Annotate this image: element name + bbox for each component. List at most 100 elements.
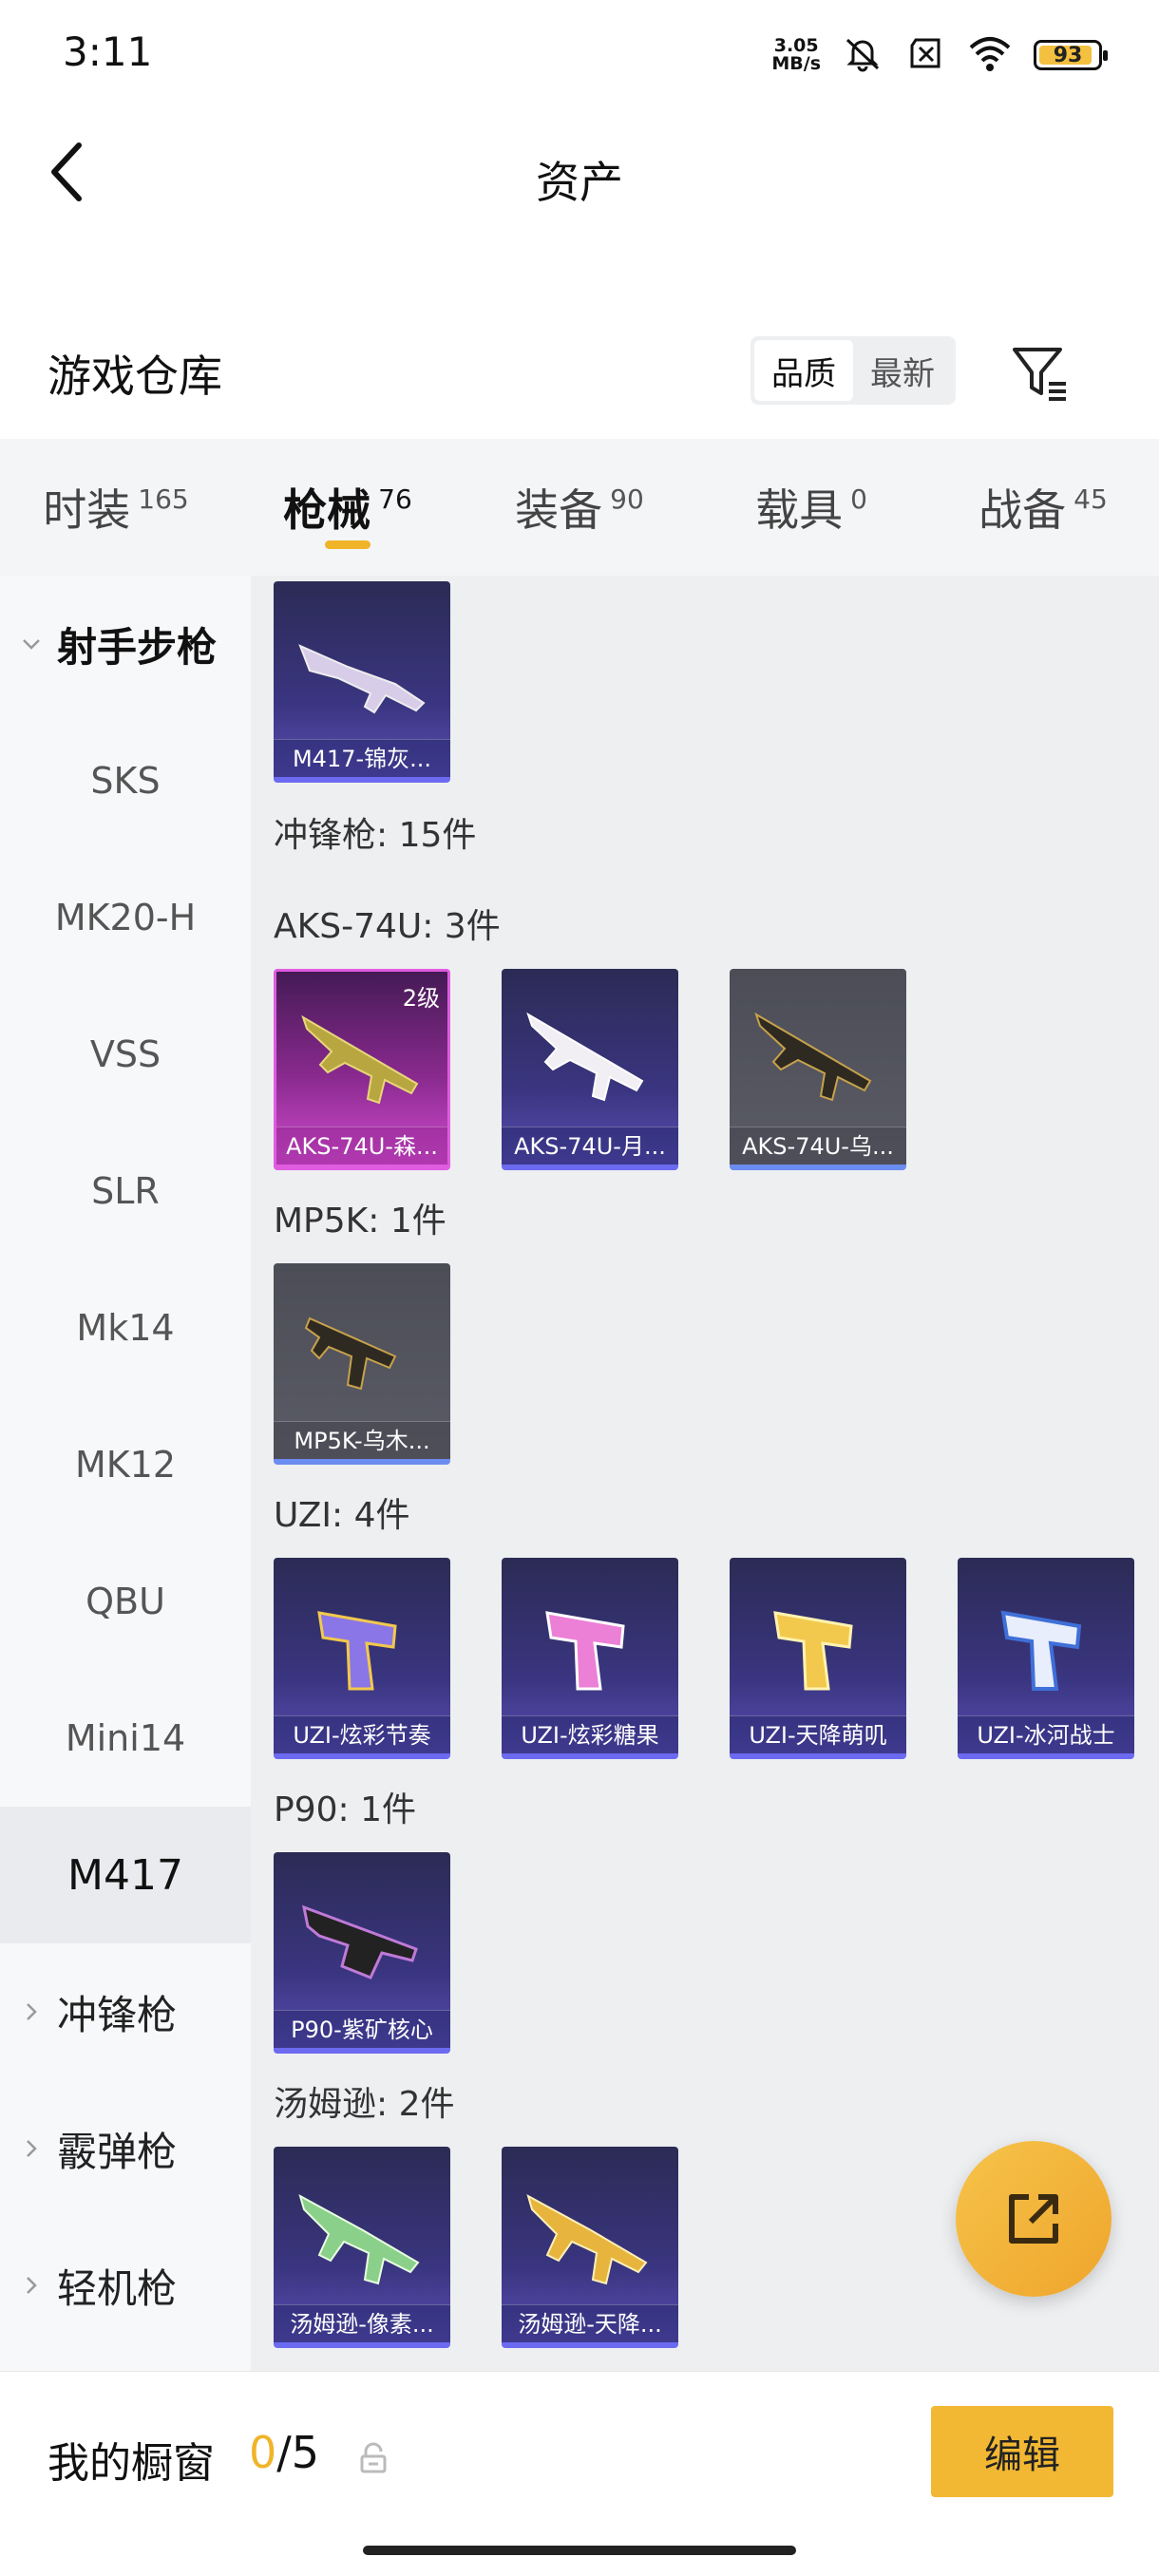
card-row: MP5K-乌木... [274,1263,450,1465]
card-row: 汤姆逊-像素... 汤姆逊-天降... [274,2147,678,2348]
rifle-icon [298,644,426,714]
sidebar-item-mk12[interactable]: MK12 [0,1396,251,1533]
chevron-down-icon [23,639,40,650]
assets-page: 3:11 3.05 MB/s 93 资产 游戏仓库 品质 最新 时装 165 枪… [0,0,1159,2576]
sim-card-off-icon [904,32,946,78]
sidebar-group-label: 霰弹枪 [57,2128,178,2175]
sidebar-item-vss[interactable]: VSS [0,986,251,1123]
tab-label: 战备 [978,484,1067,536]
chevron-right-icon [27,2277,37,2294]
sidebar-group-dmr[interactable]: 射手步枪 [0,576,251,712]
weapon-card[interactable]: 汤姆逊-像素... [274,2147,450,2348]
section-label: 汤姆逊: 2件 [274,2085,455,2124]
sidebar-item-mini14[interactable]: Mini14 [0,1670,251,1807]
tab-count: 0 [850,483,867,515]
lock-icon [360,2442,387,2473]
weapon-card[interactable]: AKS-74U-乌... [730,969,906,1170]
bell-muted-icon [842,32,884,78]
network-speed: 3.05 MB/s [771,37,821,73]
card-name: AKS-74U-乌... [730,1127,906,1165]
section-label: AKS-74U: 3件 [274,907,501,946]
sidebar-item-sks[interactable]: SKS [0,712,251,849]
card-row: M417-锦灰... [274,581,450,783]
pistol-icon [773,1611,853,1691]
weapon-card[interactable]: UZI-天降萌叽 [730,1558,906,1759]
rifle-icon [526,2193,648,2285]
card-row: UZI-炫彩节奏 UZI-炫彩糖果 UZI-天降萌叽 UZI-冰河战士 [274,1558,1134,1759]
tab-label: 枪械 [283,484,371,536]
section-label: P90: 1件 [274,1790,416,1829]
warehouse-title: 游戏仓库 [48,350,222,402]
battery-icon: 93 [1034,40,1108,70]
showcase-count: 0/5 [249,2427,319,2478]
smg-icon [302,1904,418,1979]
sidebar-group-label: 冲锋枪 [57,1991,178,2038]
edit-button[interactable]: 编辑 [931,2406,1113,2497]
active-tab-indicator [325,540,370,549]
category-tabs: 时装 165 枪械 76 装备 90 载具 0 战备 45 [0,439,1159,576]
category-header-smg: 冲锋枪: 15件 [274,816,477,855]
rifle-icon [298,2193,420,2285]
sort-toggle: 品质 最新 [750,336,956,405]
card-name: 汤姆逊-天降... [502,2304,678,2342]
weapon-grid: M417-锦灰... 冲锋枪: 15件 AKS-74U: 3件 2级 AKS-7… [251,576,1159,2371]
sidebar-item-slr[interactable]: SLR [0,1123,251,1260]
card-name: UZI-炫彩节奏 [274,1715,450,1753]
sidebar-group-lmg[interactable]: 轻机枪 [0,2217,251,2354]
tab-count: 90 [610,483,644,515]
sidebar-group-label: 射手步枪 [57,623,218,671]
filter-button[interactable] [1007,340,1074,407]
sidebar-item-qbu[interactable]: QBU [0,1533,251,1670]
showcase-max: 5 [291,2427,320,2478]
weapon-card[interactable]: UZI-冰河战士 [958,1558,1134,1759]
tab-supplies[interactable]: 战备 45 [927,439,1159,576]
filter-icon [1013,348,1066,401]
weapon-card[interactable]: MP5K-乌木... [274,1263,450,1465]
tab-label: 装备 [515,484,603,536]
weapon-card[interactable]: 2级 AKS-74U-森... [274,969,450,1170]
status-time: 3:11 [63,28,153,75]
battery-level: 93 [1053,43,1083,67]
home-indicator[interactable] [363,2546,796,2555]
weapon-card[interactable]: UZI-炫彩节奏 [274,1558,450,1759]
chevron-right-icon [27,2140,37,2157]
weapon-card[interactable]: 汤姆逊-天降... [502,2147,678,2348]
weapon-card[interactable]: AKS-74U-月... [502,969,678,1170]
sidebar-group-shotgun[interactable]: 霰弹枪 [0,2080,251,2217]
section-label: MP5K: 1件 [274,1202,446,1241]
tab-count: 45 [1074,483,1108,515]
tab-label: 载具 [755,484,844,536]
smg-icon [304,1316,397,1391]
tab-vehicles[interactable]: 载具 0 [695,439,927,576]
rifle-icon [301,1014,419,1105]
card-name: UZI-天降萌叽 [730,1715,906,1753]
card-name: UZI-冰河战士 [958,1715,1134,1753]
sidebar-item-m417[interactable]: M417 [0,1807,251,1943]
network-speed-unit: MB/s [771,53,821,74]
sort-quality-option[interactable]: 品质 [754,340,853,401]
sidebar-item-mk14[interactable]: Mk14 [0,1260,251,1396]
card-name: AKS-74U-月... [502,1127,678,1165]
card-name: P90-紫矿核心 [274,2010,450,2048]
weapon-card[interactable]: M417-锦灰... [274,581,450,783]
sidebar-item-mk20h[interactable]: MK20-H [0,849,251,986]
nav-bar: 资产 [0,112,1159,236]
weapon-type-sidebar: 射手步枪 SKS MK20-H VSS SLR Mk14 MK12 QBU Mi… [0,576,251,2371]
card-name: 汤姆逊-像素... [274,2304,450,2342]
showcase-separator: / [276,2427,292,2478]
sort-newest-option[interactable]: 最新 [853,340,952,401]
chevron-right-icon [27,2003,37,2020]
external-link-icon [1009,2194,1058,2244]
share-button[interactable] [956,2141,1112,2297]
card-level-badge: 2级 [402,985,440,1012]
card-row: 2级 AKS-74U-森... AKS-74U-月... AKS-74U-乌..… [274,969,906,1170]
sidebar-group-smg[interactable]: 冲锋枪 [0,1943,251,2080]
tab-label: 时装 [43,484,131,536]
weapon-card[interactable]: P90-紫矿核心 [274,1852,450,2054]
tab-fashion[interactable]: 时装 165 [0,439,232,576]
rifle-icon [754,1012,872,1102]
tab-equipment[interactable]: 装备 90 [464,439,695,576]
weapon-card[interactable]: UZI-炫彩糖果 [502,1558,678,1759]
card-name: AKS-74U-森... [276,1127,447,1165]
tab-firearms[interactable]: 枪械 76 [232,439,464,576]
